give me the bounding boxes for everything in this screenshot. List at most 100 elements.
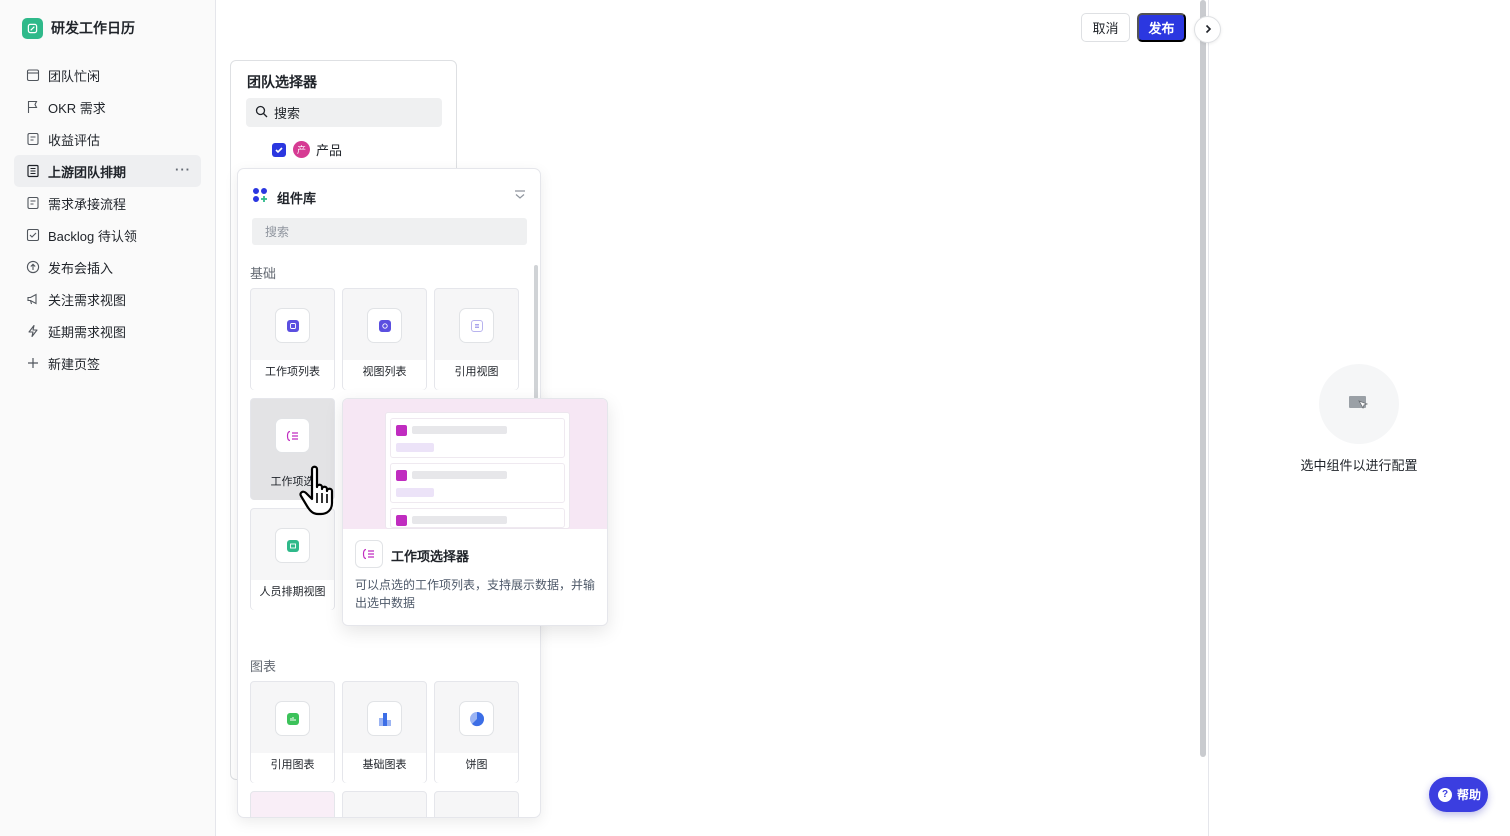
components-icon [252, 187, 269, 207]
cancel-button[interactable]: 取消 [1081, 13, 1130, 42]
preview-title: 工作项选择器 [391, 549, 470, 564]
component-preview-popover: 工作项选择器 可以点选的工作项列表，支持展示数据，并输出选中数据 [342, 398, 608, 626]
scrollbar-thumb[interactable] [1200, 0, 1206, 757]
help-button[interactable]: ? 帮助 [1429, 777, 1488, 812]
sidebar-item-label: OKR 需求 [48, 100, 106, 116]
doc-icon [26, 196, 40, 210]
embed-chart-icon [275, 701, 310, 736]
upload-circle-icon [26, 260, 40, 274]
preview-row [390, 463, 565, 503]
sidebar-item-okr[interactable]: OKR 需求 [14, 91, 201, 123]
sidebar-item-followed-view[interactable]: 关注需求视图 [14, 283, 201, 315]
list-icon [275, 308, 310, 343]
sidebar-item-delayed-view[interactable]: 延期需求视图 [14, 315, 201, 347]
sidebar-item-benefit[interactable]: 收益评估 [14, 123, 201, 155]
work-item-selector-icon [355, 540, 383, 568]
preview-description: 可以点选的工作项列表，支持展示数据，并输出选中数据 [355, 578, 596, 610]
sidebar-item-label: 收益评估 [48, 132, 101, 148]
sidebar-item-launch-insert[interactable]: 发布会插入 [14, 251, 201, 283]
search-icon [255, 105, 268, 121]
doc-icon [26, 132, 40, 146]
sidebar-item-requirement-flow[interactable]: 需求承接流程 [14, 187, 201, 219]
component-embed-chart[interactable]: 引用图表 [250, 681, 335, 783]
sidebar-item-label: 新建页签 [48, 356, 101, 372]
bar-chart-icon [367, 701, 402, 736]
component-label: 引用图表 [251, 753, 334, 783]
component-pie-chart[interactable]: 饼图 [434, 681, 519, 783]
component-label: 工作项列表 [251, 360, 334, 390]
component-search-input[interactable]: 搜索 [252, 218, 527, 245]
sidebar-item-label: 发布会插入 [48, 260, 114, 276]
more-icon[interactable]: ··· [175, 162, 191, 177]
lightning-icon [26, 324, 40, 338]
component-tile-partial[interactable] [250, 791, 335, 817]
app-title: 研发工作日历 [51, 20, 135, 36]
team-search-label: 搜索 [274, 106, 301, 121]
list-doc-icon [26, 164, 40, 178]
preview-info: 工作项选择器 可以点选的工作项列表，支持展示数据，并输出选中数据 [343, 529, 607, 625]
question-icon: ? [1438, 787, 1452, 802]
team-option-product[interactable]: 产 产品 [272, 140, 342, 159]
checkbox-icon [26, 228, 40, 242]
hand-cursor-icon [298, 463, 344, 517]
sidebar-nav: 团队忙闲 OKR 需求 收益评估 上游团队排期 ··· 需求承接流程 Backl… [0, 59, 215, 379]
select-cursor-icon [1347, 393, 1371, 416]
app-logo-icon [22, 17, 43, 39]
library-scrollbar[interactable] [534, 265, 538, 399]
canvas-scrollbar[interactable] [1198, 0, 1208, 760]
chevron-right-icon [1203, 22, 1213, 37]
sidebar-item-label: 关注需求视图 [48, 292, 127, 308]
megaphone-icon [26, 292, 40, 306]
component-member-schedule-view[interactable]: 人员排期视图 [250, 508, 335, 610]
pie-chart-icon [459, 701, 494, 736]
sidebar-item-label: 延期需求视图 [48, 324, 127, 340]
sidebar-item-new-tab[interactable]: 新建页签 [14, 347, 201, 379]
schedule-icon [275, 528, 310, 563]
view-icon [367, 308, 402, 343]
component-embed-view[interactable]: 引用视图 [434, 288, 519, 390]
embed-view-icon [459, 308, 494, 343]
preview-thumbnail [343, 399, 607, 529]
work-item-selector-icon [275, 418, 310, 453]
sidebar-item-label: 需求承接流程 [48, 196, 127, 212]
component-library-title: 组件库 [277, 190, 317, 206]
flag-icon [26, 100, 40, 114]
sidebar-item-upstream-schedule[interactable]: 上游团队排期 ··· [14, 155, 201, 187]
sidebar: 研发工作日历 团队忙闲 OKR 需求 收益评估 上游团队排期 ··· 需求承接流… [0, 0, 216, 836]
preview-list-mock [385, 412, 570, 529]
section-title-charts: 图表 [250, 659, 277, 674]
sidebar-item-team-busy[interactable]: 团队忙闲 [14, 59, 201, 91]
component-label: 基础图表 [343, 753, 426, 783]
app-header: 研发工作日历 [0, 0, 215, 56]
team-selector-title: 团队选择器 [247, 74, 317, 90]
checkbox-checked-icon[interactable] [272, 142, 286, 157]
publish-button[interactable]: 发布 [1137, 13, 1186, 42]
calendar-icon [26, 68, 40, 82]
team-option-label: 产品 [316, 143, 343, 158]
preview-row [390, 508, 565, 528]
component-basic-chart[interactable]: 基础图表 [342, 681, 427, 783]
component-library-header: 组件库 [252, 187, 316, 207]
help-label: 帮助 [1457, 788, 1482, 802]
component-tile-partial[interactable] [434, 791, 519, 817]
component-label: 视图列表 [343, 360, 426, 390]
sidebar-item-label: 团队忙闲 [48, 68, 101, 84]
component-tile-partial[interactable] [342, 791, 427, 817]
team-avatar: 产 [293, 141, 310, 158]
section-title-basic: 基础 [250, 266, 277, 281]
panel-toggle-button[interactable] [1194, 16, 1221, 43]
component-view-list[interactable]: 视图列表 [342, 288, 427, 390]
component-label: 饼图 [435, 753, 518, 783]
preview-row [390, 418, 565, 458]
sidebar-item-label: 上游团队排期 [48, 164, 127, 180]
sidebar-item-backlog[interactable]: Backlog 待认领 [14, 219, 201, 251]
component-label: 人员排期视图 [251, 580, 334, 610]
empty-state-illustration [1319, 364, 1399, 444]
component-work-item-list[interactable]: 工作项列表 [250, 288, 335, 390]
team-search-input[interactable]: 搜索 [246, 98, 442, 127]
plus-icon [26, 356, 40, 370]
component-label: 引用视图 [435, 360, 518, 390]
empty-state-text: 选中组件以进行配置 [1300, 458, 1418, 473]
sidebar-item-label: Backlog 待认领 [48, 228, 137, 244]
collapse-icon[interactable] [514, 189, 526, 204]
